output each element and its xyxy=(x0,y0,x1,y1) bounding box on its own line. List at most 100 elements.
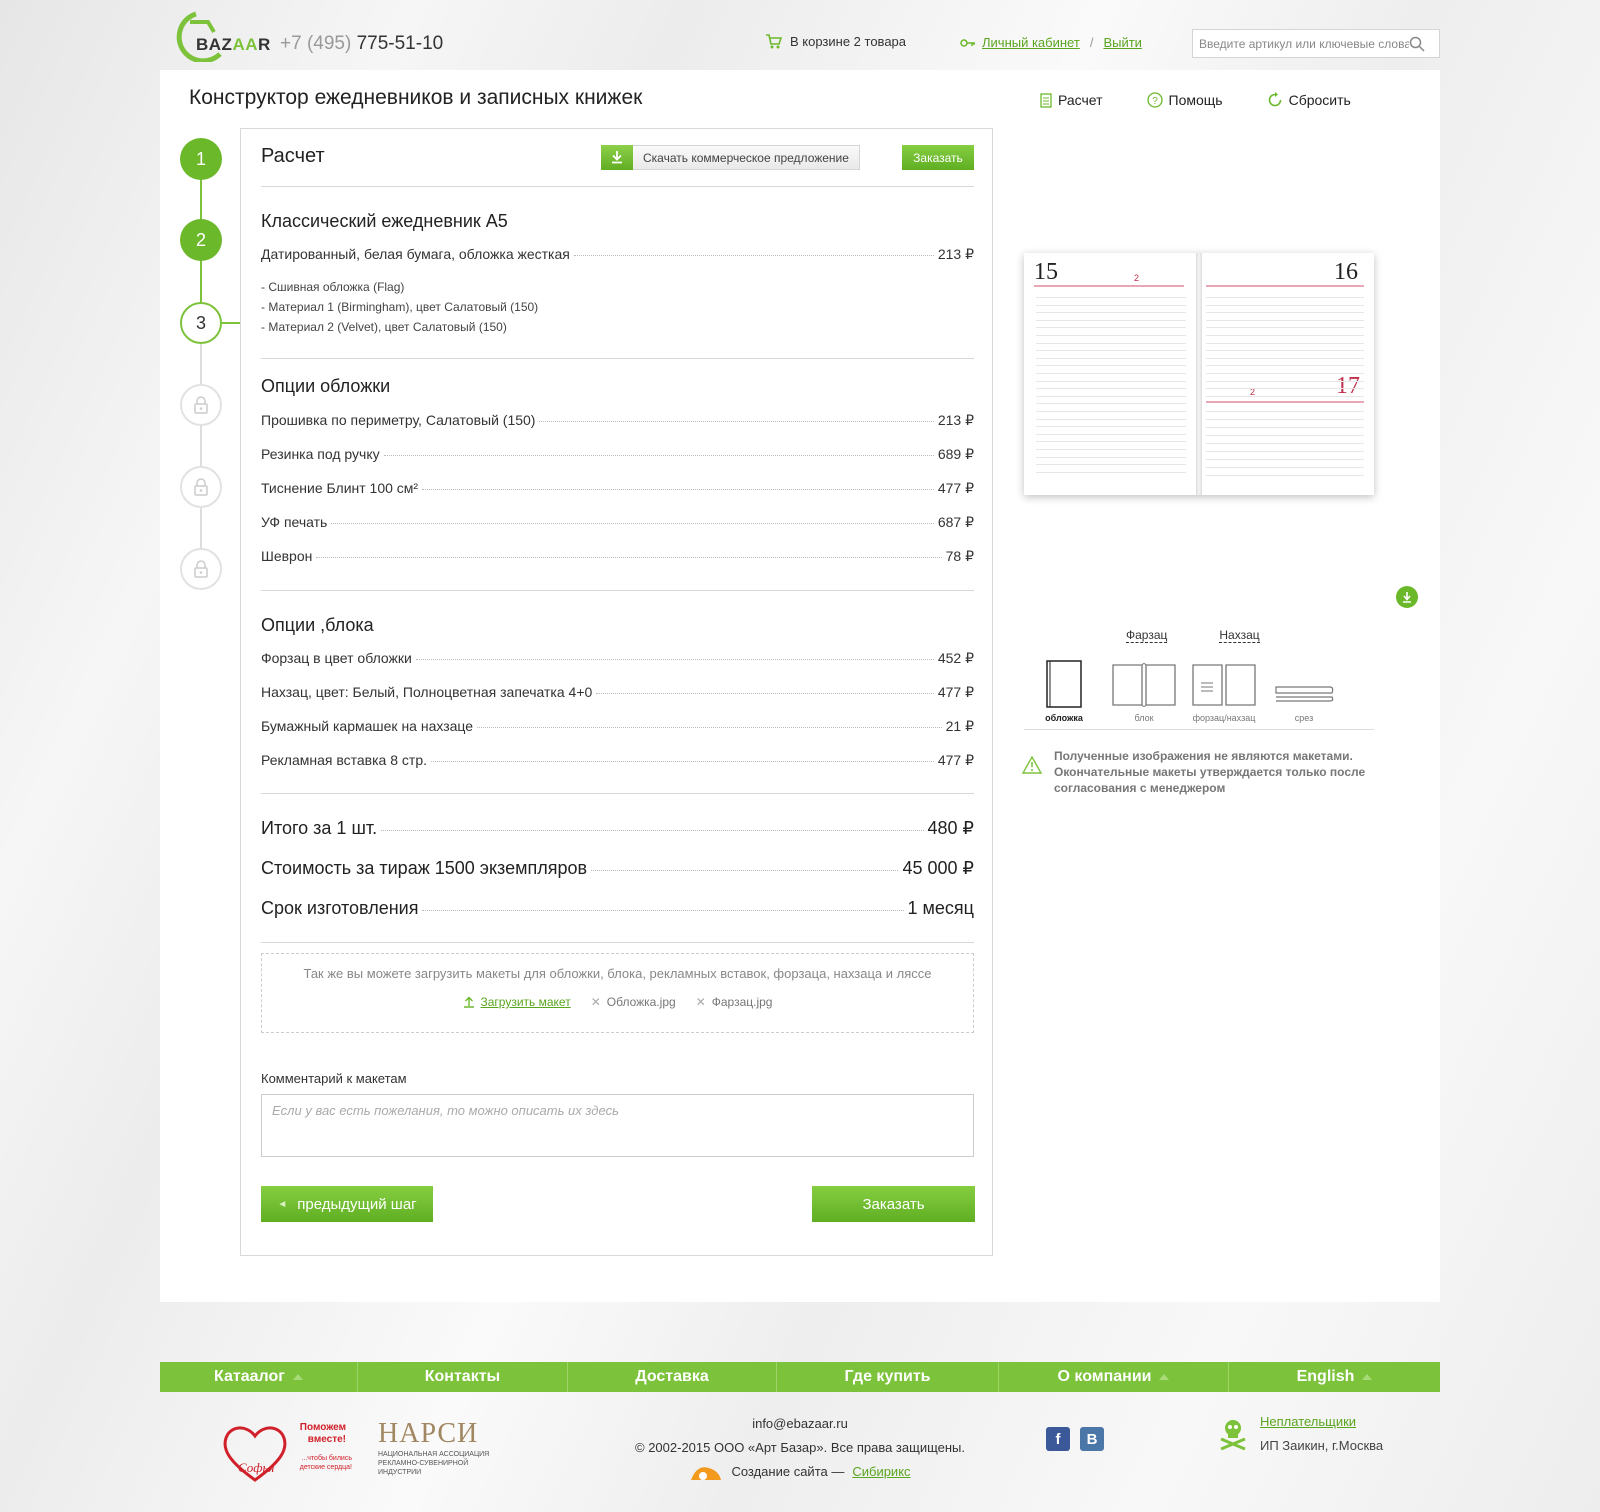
order-button-small[interactable]: Заказать xyxy=(902,145,974,170)
step-2[interactable]: 2 xyxy=(180,219,222,261)
social-links: f В xyxy=(1046,1427,1104,1451)
product-details: - Сшивная обложка (Flag) - Материал 1 (B… xyxy=(261,277,538,337)
debtors-link[interactable]: Неплательщики xyxy=(1260,1414,1356,1429)
key-icon xyxy=(960,38,975,47)
total-per-unit: Итого за 1 шт. 480 ₽ xyxy=(261,818,974,838)
remove-file-icon[interactable]: ✕ xyxy=(696,995,706,1009)
view-cover[interactable]: обложка xyxy=(1024,658,1104,729)
footer-nav-contacts[interactable]: Контакты xyxy=(358,1362,568,1392)
debtors-text: ИП Заикин, г.Москва xyxy=(1260,1438,1384,1453)
step-4-locked xyxy=(180,384,222,426)
view-edge[interactable]: срез xyxy=(1264,658,1344,729)
list-item: - Материал 2 (Velvet), цвет Салатовый (1… xyxy=(261,320,507,334)
order-button[interactable]: Заказать xyxy=(812,1186,975,1222)
download-icon xyxy=(601,144,633,170)
reset-action[interactable]: Сбросить xyxy=(1267,92,1351,108)
narsi-logo[interactable]: НАРСИ НАЦИОНАЛЬНАЯ АССОЦИАЦИЯ РЕКЛАМНО-С… xyxy=(378,1418,494,1477)
download-icon xyxy=(1403,592,1411,603)
nahzac-link[interactable]: Нахзац xyxy=(1219,628,1260,643)
view-switcher: обложка блок форзац/нахзац срез xyxy=(1024,658,1374,730)
charity-logo[interactable]: Софья Поможем вместе! ...чтобы бились детс… xyxy=(220,1420,352,1486)
search-input[interactable] xyxy=(1199,36,1409,51)
search-box xyxy=(1192,29,1440,58)
comment-field[interactable] xyxy=(261,1094,974,1157)
price-row: Форзац в цвет обложки 452 ₽ xyxy=(261,650,974,666)
footer-nav-where-to-buy[interactable]: Где купить xyxy=(777,1362,999,1392)
arrow-left-icon: ◄ xyxy=(277,1198,288,1210)
diary-preview: 15 16 17 2 2 xyxy=(1024,253,1374,495)
preview-day-right: 16 xyxy=(1334,259,1358,285)
account-links: Личный кабинет / Выйти xyxy=(960,35,1142,50)
uploaded-file: ✕ Обложка.jpg xyxy=(590,995,676,1009)
step-1[interactable]: 1 xyxy=(180,138,222,180)
endpaper-icon xyxy=(1192,664,1256,706)
sibirix-link[interactable]: Сибирикс xyxy=(852,1460,910,1484)
upload-hint: Так же вы можете загрузить макеты для об… xyxy=(303,966,932,981)
download-offer-button[interactable]: Скачать коммерческое предложение xyxy=(601,144,860,170)
remove-file-icon[interactable]: ✕ xyxy=(591,995,601,1009)
footer-info: info@ebazaar.ru © 2002-2015 ООО «Арт Баз… xyxy=(580,1412,1020,1484)
page-title: Конструктор ежедневников и записных книж… xyxy=(189,86,643,109)
uploaded-file: ✕ Фарзац.jpg xyxy=(695,995,773,1009)
open-book-icon xyxy=(1112,663,1176,707)
lock-icon xyxy=(194,396,208,414)
warning-icon xyxy=(1022,756,1042,774)
charity-logo-text: Софья xyxy=(238,1460,275,1475)
upload-area[interactable]: Так же вы можете загрузить макеты для об… xyxy=(261,953,974,1033)
download-preview-button[interactable] xyxy=(1396,586,1418,608)
footer-nav-delivery[interactable]: Доставка xyxy=(568,1362,777,1392)
previous-step-button[interactable]: ◄ предыдущий шаг xyxy=(261,1186,433,1222)
help-action[interactable]: ? Помощь xyxy=(1146,92,1223,108)
view-block[interactable]: блок xyxy=(1104,658,1184,729)
charity-subtext: ...чтобы бились детские сердца! xyxy=(299,1455,352,1471)
footer-nav-english[interactable]: English xyxy=(1229,1362,1440,1392)
cart-icon xyxy=(766,34,782,49)
top-actions: Расчет ? Помощь Сбросить xyxy=(1040,92,1351,108)
debtors-block: Неплательщики ИП Заикин, г.Москва xyxy=(1218,1410,1383,1458)
footer-email[interactable]: info@ebazaar.ru xyxy=(580,1412,1020,1436)
logo-text: BAZAAR xyxy=(196,35,271,54)
footer-nav-about[interactable]: О компании xyxy=(999,1362,1229,1392)
facebook-icon[interactable]: f xyxy=(1046,1427,1070,1451)
charity-slogan: Поможем вместе! xyxy=(299,1422,346,1445)
divider xyxy=(261,590,974,591)
product-line: Датированный, белая бумага, обложка жест… xyxy=(261,246,974,262)
document-icon xyxy=(1040,92,1052,108)
upload-link[interactable]: Загрузить макет xyxy=(463,995,571,1009)
block-options-title: Опции ,блока xyxy=(261,615,374,635)
lock-icon xyxy=(194,560,208,578)
calc-title: Расчет xyxy=(261,145,325,167)
price-row: УФ печать 687 ₽ xyxy=(261,514,974,530)
price-row: Прошивка по периметру, Салатовый (150) 21… xyxy=(261,412,974,428)
price-row: Шеврон 78 ₽ xyxy=(261,548,974,564)
cart-text: В корзине 2 товара xyxy=(790,34,907,49)
heart-icon xyxy=(223,1426,287,1482)
search-icon[interactable] xyxy=(1409,36,1425,52)
lock-icon xyxy=(194,478,208,496)
logout-link[interactable]: Выйти xyxy=(1103,35,1142,50)
forzac-link[interactable]: Фарзац xyxy=(1126,628,1168,643)
help-icon: ? xyxy=(1146,92,1163,108)
footer-created: Создание сайта — Сибирикс xyxy=(580,1460,1020,1484)
step-3[interactable]: 3 xyxy=(180,302,222,344)
skull-icon xyxy=(1220,1420,1246,1451)
production-time: Срок изготовления 1 месяц xyxy=(261,898,974,918)
vk-icon[interactable]: В xyxy=(1080,1427,1104,1451)
account-separator: / xyxy=(1089,35,1094,50)
list-item: - Материал 1 (Birmingham), цвет Салатовы… xyxy=(261,300,539,314)
divider xyxy=(261,942,974,943)
total-print-run: Стоимость за тираж 1500 экземпляров 45 00… xyxy=(261,858,974,878)
price-row: Бумажный кармашек на нахзаце 21 ₽ xyxy=(261,718,974,734)
svg-text:?: ? xyxy=(1152,96,1158,107)
footer-nav-catalog[interactable]: Катаалог xyxy=(160,1362,358,1392)
cover-icon xyxy=(1046,660,1082,708)
price-row: Тиснение Блинт 100 см² 477 ₽ xyxy=(261,480,974,496)
arrow-up-icon xyxy=(292,1374,303,1380)
logo[interactable]: BAZAAR xyxy=(168,10,270,62)
calc-action[interactable]: Расчет xyxy=(1040,92,1103,108)
cart-link[interactable]: В корзине 2 товара xyxy=(765,34,906,49)
view-endpapers[interactable]: форзац/нахзац xyxy=(1184,658,1264,729)
preview-day-left: 15 xyxy=(1034,259,1058,285)
comment-label: Комментарий к макетам xyxy=(261,1071,407,1086)
account-link[interactable]: Личный кабинет xyxy=(982,35,1080,50)
